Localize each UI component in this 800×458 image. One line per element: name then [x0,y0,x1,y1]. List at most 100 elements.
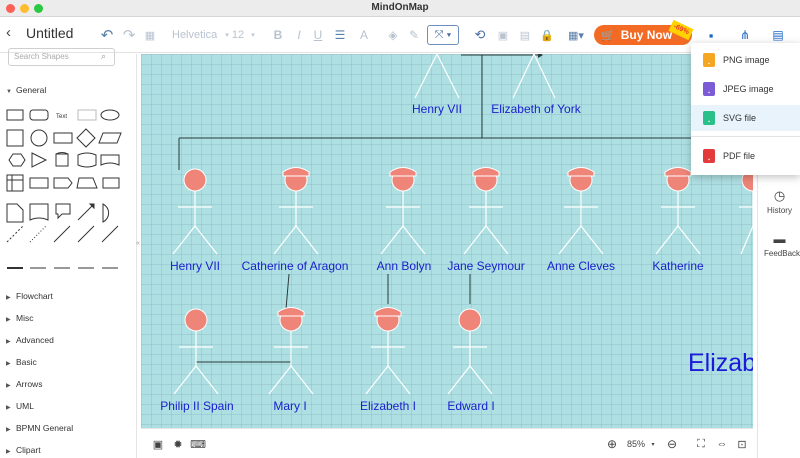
history-icon[interactable]: ◷ [758,188,800,204]
export-jpeg-label: JPEG image [723,84,774,94]
pdf-file-icon: ▪ [703,149,715,163]
export-menu: ▪ PNG image ▪ JPEG image ▪ SVG file ▪ PD… [691,43,800,175]
feedback-label[interactable]: FeedBack [758,249,800,258]
zoom-in-icon[interactable]: ⊕ [605,436,619,452]
export-png-label: PNG image [723,55,770,65]
font-color-icon[interactable]: A [358,27,370,43]
save-icon[interactable]: ▪ [704,27,718,43]
chevron-right-icon: ▶ [6,317,11,323]
line-color-icon[interactable]: ✎ [407,27,421,43]
section-label: Clipart [16,445,41,455]
chevron-right-icon: ▶ [6,383,11,389]
to-back-icon[interactable]: ▤ [518,27,532,43]
section-flowchart[interactable]: ▶ Flowchart [6,291,53,301]
align-icon[interactable]: ☰ [332,27,348,43]
theme-icon[interactable]: ✹ [171,436,185,452]
waypoints-icon[interactable]: ⟲ [470,27,490,43]
section-arrows[interactable]: ▶ Arrows [6,379,42,389]
fullscreen-icon[interactable]: ⊡ [735,436,749,452]
search-icon: ⌕ [101,51,107,61]
page-icon[interactable]: ▣ [151,436,165,452]
back-icon[interactable]: ‹ [6,24,11,41]
cart-icon: 🛒 [601,29,615,42]
export-svg-item[interactable]: ▪ SVG file [691,105,800,131]
document-title[interactable]: Untitled [26,25,73,41]
chevron-down-icon: ▾ [225,32,229,39]
section-misc[interactable]: ▶ Misc [6,313,33,323]
export-pdf-label: PDF file [723,151,756,161]
chevron-down-icon: ▾ [251,32,255,39]
collapse-sidebar-icon[interactable]: « [136,240,140,247]
fit-screen-icon[interactable]: ⛶ [694,436,708,452]
font-family-select[interactable]: Helvetica [172,27,222,43]
jpeg-file-icon: ▪ [703,82,715,96]
export-png-item[interactable]: ▪ PNG image [691,47,800,73]
lock-icon[interactable]: 🔒 [540,27,554,43]
diagram-canvas[interactable]: Henry VII Elizabeth of York Henry VII Ca… [141,54,753,428]
chevron-right-icon: ▶ [6,449,11,455]
section-uml[interactable]: ▶ UML [6,401,34,411]
toolbar: ‹ Untitled ↶ ↷ ▦ Helvetica ▾ 12 ▾ B I U … [0,17,800,53]
person-jane-seymour[interactable]: Jane Seymour [447,259,524,273]
export-svg-label: SVG file [723,113,757,123]
diagram-title-text[interactable]: Elizabeth I Family [688,349,753,378]
person-philip-ii-spain[interactable]: Philip II Spain [160,399,233,413]
connector-style-button[interactable]: ⤧ ▾ [427,25,459,45]
chevron-right-icon: ▶ [6,339,11,345]
section-label: Arrows [16,379,43,389]
shape-library-sidebar: Search Shapes ⌕ ▼ General Text ▶ Flowcha… [0,48,137,458]
section-clipart[interactable]: ▶ Clipart [6,445,41,455]
person-edward-i[interactable]: Edward I [447,399,494,413]
export-icon[interactable]: ▤ [770,27,786,43]
app-title: MindOnMap [371,2,429,13]
fit-width-icon[interactable]: ⇔ [715,436,729,452]
to-front-icon[interactable]: ▣ [496,27,510,43]
figure-strokes [172,54,753,395]
table-icon[interactable]: ▦▾ [566,27,586,43]
person-elizabeth-of-york[interactable]: Elizabeth of York [491,102,580,116]
section-general[interactable]: ▼ General [6,85,46,95]
person-catherine-of-aragon[interactable]: Catherine of Aragon [242,259,349,273]
share-icon[interactable]: ⋔ [738,27,752,43]
history-label[interactable]: History [758,206,800,215]
italic-icon[interactable]: I [293,27,305,43]
section-label: BPMN General [16,423,74,433]
export-pdf-item[interactable]: ▪ PDF file [691,143,800,169]
chevron-right-icon: ▶ [6,361,11,367]
person-henry-viii[interactable]: Henry VII [170,259,220,273]
png-file-icon: ▪ [703,53,715,67]
keyboard-icon[interactable]: ⌨ [190,436,206,452]
menu-divider [691,136,800,137]
redo-icon[interactable]: ↷ [120,27,138,44]
chevron-right-icon: ▶ [6,405,11,411]
bold-icon[interactable]: B [272,27,284,43]
person-ann-bolyn[interactable]: Ann Bolyn [377,259,432,273]
underline-icon[interactable]: U [312,27,324,43]
export-jpeg-item[interactable]: ▪ JPEG image [691,76,800,102]
chevron-right-icon: ▶ [6,295,11,301]
search-input[interactable]: Search Shapes [8,48,115,66]
section-label: UML [16,401,34,411]
format-painter-icon[interactable]: ▦ [142,27,158,43]
person-katherine[interactable]: Katherine [652,259,703,273]
person-anne-cleves[interactable]: Anne Cleves [547,259,615,273]
section-bpmn-general[interactable]: ▶ BPMN General [6,423,73,433]
undo-icon[interactable]: ↶ [98,27,116,44]
feedback-icon[interactable]: ▬ [758,232,800,246]
person-elizabeth-i[interactable]: Elizabeth I [360,399,416,413]
bottom-bar: ▣ ✹ ⌨ ⊕ 85% ▾ ⊖ ⛶ ⇔ ⊡ [141,428,753,458]
person-mary-i[interactable]: Mary I [273,399,306,413]
zoom-out-icon[interactable]: ⊖ [665,436,679,452]
section-advanced[interactable]: ▶ Advanced [6,335,54,345]
buy-now-label: Buy Now [620,28,673,42]
person-henry-vii[interactable]: Henry VII [412,102,462,116]
zoom-level[interactable]: 85% [623,436,649,452]
section-label: Basic [16,357,37,367]
svg-file-icon: ▪ [703,111,715,125]
chevron-right-icon: ▶ [6,427,11,433]
fill-color-icon[interactable]: ◈ [386,27,400,43]
title-bar: MindOnMap [0,0,800,17]
font-size-select[interactable]: 12 [232,27,244,43]
chevron-down-icon: ▼ [6,89,12,95]
section-basic[interactable]: ▶ Basic [6,357,37,367]
